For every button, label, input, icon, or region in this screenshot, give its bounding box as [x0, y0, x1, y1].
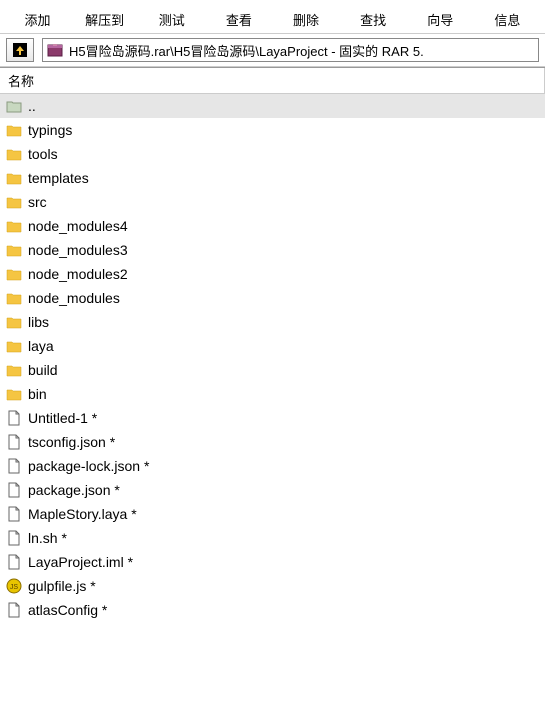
js-file-icon: JS	[6, 578, 22, 594]
toolbar-label: 查找	[360, 10, 386, 29]
folder-icon	[6, 314, 22, 330]
toolbar-delete-button[interactable]: 删除	[273, 0, 340, 33]
file-name: node_modules3	[28, 242, 128, 258]
file-row[interactable]: libs	[0, 310, 545, 334]
file-row[interactable]: bin	[0, 382, 545, 406]
file-name: build	[28, 362, 58, 378]
file-row[interactable]: JS gulpfile.js *	[0, 574, 545, 598]
test-icon	[156, 0, 188, 8]
file-name: src	[28, 194, 47, 210]
file-icon	[6, 410, 22, 426]
file-row[interactable]: MapleStory.laya *	[0, 502, 545, 526]
file-icon	[6, 530, 22, 546]
folder-icon	[6, 194, 22, 210]
file-row[interactable]: node_modules3	[0, 238, 545, 262]
file-name: bin	[28, 386, 47, 402]
file-name: libs	[28, 314, 49, 330]
file-row[interactable]: node_modules4	[0, 214, 545, 238]
file-name: LayaProject.iml *	[28, 554, 133, 570]
file-row[interactable]: ..	[0, 94, 545, 118]
file-row[interactable]: laya	[0, 334, 545, 358]
path-input[interactable]: H5冒险岛源码.rar\H5冒险岛源码\LayaProject - 固实的 RA…	[42, 38, 539, 62]
file-row[interactable]: package-lock.json *	[0, 454, 545, 478]
file-icon	[6, 602, 22, 618]
file-name: node_modules4	[28, 218, 128, 234]
folder-icon	[6, 170, 22, 186]
toolbar-label: 测试	[159, 10, 185, 29]
file-icon	[6, 482, 22, 498]
file-name: package-lock.json *	[28, 458, 149, 474]
file-name: node_modules	[28, 290, 120, 306]
file-row[interactable]: Untitled-1 *	[0, 406, 545, 430]
nav-up-button[interactable]	[6, 38, 34, 62]
folder-icon	[6, 218, 22, 234]
add-icon	[22, 0, 54, 8]
toolbar-label: 删除	[293, 10, 319, 29]
file-name: tools	[28, 146, 58, 162]
folder-icon	[6, 386, 22, 402]
toolbar-label: 解压到	[85, 10, 124, 29]
file-row[interactable]: package.json *	[0, 478, 545, 502]
svg-text:JS: JS	[10, 584, 19, 591]
archive-icon	[47, 42, 63, 58]
file-row[interactable]: tsconfig.json *	[0, 430, 545, 454]
folder-icon	[6, 290, 22, 306]
file-name: gulpfile.js *	[28, 578, 96, 594]
file-name: templates	[28, 170, 89, 186]
wizard-icon	[424, 0, 456, 8]
file-name: typings	[28, 122, 72, 138]
path-bar: H5冒险岛源码.rar\H5冒险岛源码\LayaProject - 固实的 RA…	[0, 33, 545, 67]
toolbar-label: 添加	[25, 10, 51, 29]
file-row[interactable]: build	[0, 358, 545, 382]
path-text: H5冒险岛源码.rar\H5冒险岛源码\LayaProject - 固实的 RA…	[69, 41, 424, 60]
folder-icon	[6, 362, 22, 378]
file-icon	[6, 506, 22, 522]
toolbar-label: 向导	[427, 10, 453, 29]
extract-icon	[89, 0, 121, 8]
file-list: 名称 .. typings tools templates src node_module…	[0, 67, 545, 622]
file-row[interactable]: node_modules2	[0, 262, 545, 286]
toolbar-test-button[interactable]: 测试	[138, 0, 205, 33]
file-row[interactable]: typings	[0, 118, 545, 142]
find-icon	[357, 0, 389, 8]
file-row[interactable]: atlasConfig *	[0, 598, 545, 622]
main-toolbar: 添加 解压到 测试 查看 删除 查找 向导 信息	[0, 0, 545, 33]
folder-icon	[6, 146, 22, 162]
file-row[interactable]: node_modules	[0, 286, 545, 310]
folder-icon	[6, 338, 22, 354]
file-name: ..	[28, 98, 36, 114]
file-row[interactable]: LayaProject.iml *	[0, 550, 545, 574]
folder-up-icon	[6, 98, 22, 114]
file-icon	[6, 554, 22, 570]
file-name: laya	[28, 338, 54, 354]
toolbar-label: 信息	[494, 10, 520, 29]
file-name: atlasConfig *	[28, 602, 107, 618]
file-icon	[6, 434, 22, 450]
file-name: node_modules2	[28, 266, 128, 282]
info-icon	[491, 0, 523, 8]
file-name: package.json *	[28, 482, 120, 498]
toolbar-find-button[interactable]: 查找	[340, 0, 407, 33]
folder-icon	[6, 242, 22, 258]
toolbar-wizard-button[interactable]: 向导	[407, 0, 474, 33]
file-row[interactable]: tools	[0, 142, 545, 166]
file-row[interactable]: ln.sh *	[0, 526, 545, 550]
file-name: tsconfig.json *	[28, 434, 115, 450]
file-icon	[6, 458, 22, 474]
column-header-name[interactable]: 名称	[0, 68, 545, 94]
file-name: MapleStory.laya *	[28, 506, 137, 522]
toolbar-label: 查看	[226, 10, 252, 29]
folder-icon	[6, 266, 22, 282]
file-row[interactable]: templates	[0, 166, 545, 190]
file-name: ln.sh *	[28, 530, 67, 546]
view-icon	[223, 0, 255, 8]
delete-icon	[290, 0, 322, 8]
file-row[interactable]: src	[0, 190, 545, 214]
toolbar-extract-button[interactable]: 解压到	[71, 0, 138, 33]
toolbar-info-button[interactable]: 信息	[474, 0, 541, 33]
folder-icon	[6, 122, 22, 138]
file-name: Untitled-1 *	[28, 410, 97, 426]
toolbar-add-button[interactable]: 添加	[4, 0, 71, 33]
toolbar-view-button[interactable]: 查看	[205, 0, 272, 33]
